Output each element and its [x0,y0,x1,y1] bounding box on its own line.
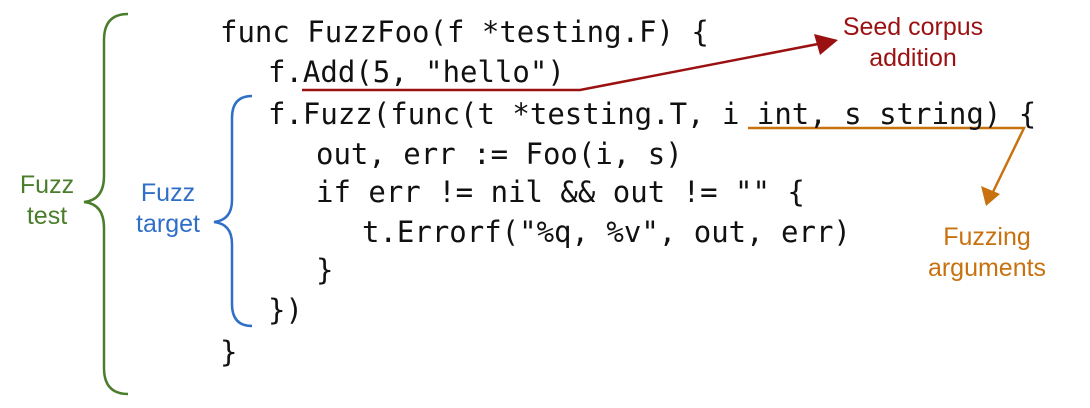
code-line-if-err: if err != nil && out != "" { [316,175,805,209]
code-line-errorf: t.Errorf("%q, %v", out, err) [362,215,851,249]
fuzzing-arguments-label: Fuzzing arguments [912,222,1062,284]
fuzz-test-label: Fuzz test [14,170,80,232]
seed-corpus-label-line1: Seed corpus [842,13,984,41]
code-line-f-fuzz: f.Fuzz(func(t *testing.T, i int, s strin… [268,97,1037,131]
fuzz-test-label-line1: Fuzz [19,171,75,199]
code-line-foo-call: out, err := Foo(i, s) [316,137,683,171]
fuzz-target-label: Fuzz target [126,178,210,240]
code-line-close-if: } [316,253,334,287]
seed-corpus-label: Seed corpus addition [828,12,998,74]
fuzz-target-label-line2: target [136,210,200,238]
fuzz-target-label-line1: Fuzz [140,179,196,207]
diagram-canvas: func FuzzFoo(f *testing.F) { f.Add(5, "h… [0,0,1090,408]
fuzzing-arguments-label-line2: arguments [927,254,1047,282]
fuzz-test-label-line2: test [26,202,68,230]
code-line-func-decl: func FuzzFoo(f *testing.F) { [220,15,709,49]
code-line-close-func: } [220,335,238,369]
seed-corpus-label-line2: addition [869,44,957,72]
code-line-f-add: f.Add(5, "hello") [268,55,565,89]
fuzzing-arguments-label-line1: Fuzzing [943,223,1031,251]
code-line-close-fuzz: }) [268,293,303,327]
